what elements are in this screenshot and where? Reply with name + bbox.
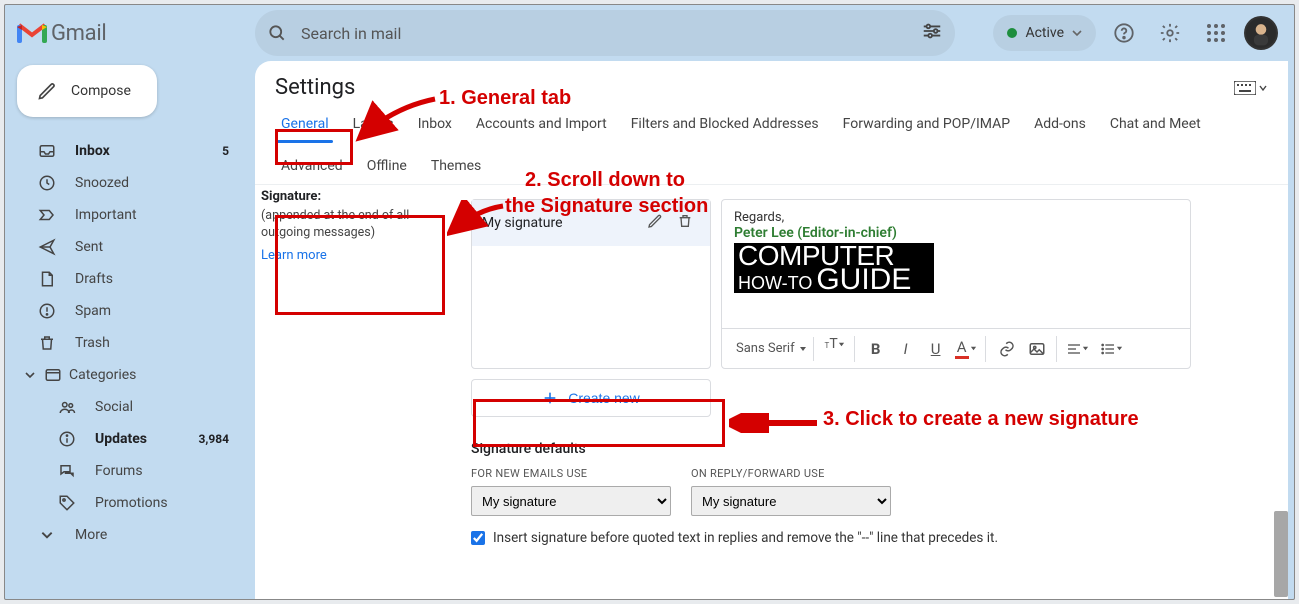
status-dot-icon — [1007, 28, 1017, 38]
tab-add-ons[interactable]: Add-ons — [1022, 106, 1098, 142]
logo-group[interactable]: Gmail — [17, 21, 255, 46]
chevron-down-icon — [23, 369, 37, 381]
align-button[interactable] — [1065, 336, 1091, 362]
editor-toolbar: Sans Serif TT B I U A — [722, 328, 1190, 368]
chevron-down-icon — [1072, 28, 1082, 38]
underline-button[interactable]: U — [923, 336, 949, 362]
inbox-icon — [37, 142, 57, 160]
edit-icon[interactable] — [640, 213, 670, 233]
plus-icon — [542, 390, 558, 406]
insert-before-quoted-checkbox[interactable]: Insert signature before quoted text in r… — [471, 530, 1268, 546]
help-icon[interactable] — [1106, 15, 1142, 51]
signature-description: (appended at the end of all outgoing mes… — [261, 208, 413, 242]
sidebar-item-snoozed[interactable]: Snoozed — [17, 167, 245, 199]
forums-icon — [57, 462, 77, 480]
tab-accounts-and-import[interactable]: Accounts and Import — [464, 106, 619, 142]
gear-icon[interactable] — [1152, 15, 1188, 51]
apps-grid-icon[interactable] — [1198, 15, 1234, 51]
editor-logo-image: COMPUTER HOW-TOGUIDE — [734, 243, 934, 293]
tab-filters-and-blocked-addresses[interactable]: Filters and Blocked Addresses — [619, 106, 831, 142]
send-icon — [37, 238, 57, 256]
sidebar-item-forums[interactable]: Forums — [17, 455, 245, 487]
tab-forwarding-and-pop-imap[interactable]: Forwarding and POP/IMAP — [831, 106, 1022, 142]
font-family-select[interactable]: Sans Serif — [730, 337, 814, 361]
status-label: Active — [1025, 25, 1064, 41]
compose-button[interactable]: Compose — [17, 65, 157, 117]
signature-name: My signature — [482, 215, 640, 231]
categories-icon — [43, 366, 63, 384]
checkbox-input[interactable] — [471, 531, 485, 545]
editor-line-byline: Peter Lee (Editor-in-chief) — [734, 225, 1178, 241]
main-panel: Settings GeneralLabelsInboxAccounts and … — [255, 61, 1288, 599]
sidebar-item-more[interactable]: More — [17, 519, 245, 551]
sidebar-item-social[interactable]: Social — [17, 391, 245, 423]
signature-item-selected[interactable]: My signature — [472, 200, 710, 246]
new-emails-caption: FOR NEW EMAILS USE — [471, 467, 671, 480]
signature-editor[interactable]: Regards, Peter Lee (Editor-in-chief) COM… — [721, 199, 1191, 369]
page-title: Settings — [275, 75, 355, 100]
signature-defaults: Signature defaults FOR NEW EMAILS USE My… — [471, 441, 1268, 546]
sidebar: Compose Inbox5SnoozedImportantSentDrafts… — [5, 61, 255, 599]
app-name: Gmail — [51, 21, 106, 46]
reply-forward-caption: ON REPLY/FORWARD USE — [691, 467, 891, 480]
scrollbar-thumb[interactable] — [1274, 511, 1288, 597]
signature-section-header: Signature: (appended at the end of all o… — [255, 185, 419, 273]
trash-icon[interactable] — [670, 213, 700, 233]
tag-icon — [57, 494, 77, 512]
clock-icon — [37, 174, 57, 192]
editor-body[interactable]: Regards, Peter Lee (Editor-in-chief) COM… — [722, 200, 1190, 328]
sidebar-item-updates[interactable]: Updates3,984 — [17, 423, 245, 455]
tab-chat-and-meet[interactable]: Chat and Meet — [1098, 106, 1213, 142]
sidebar-item-sent[interactable]: Sent — [17, 231, 245, 263]
important-icon — [37, 206, 57, 224]
file-icon — [37, 270, 57, 288]
tab-themes[interactable]: Themes — [419, 148, 493, 184]
search-filter-icon[interactable] — [921, 20, 943, 46]
signature-list: My signature — [471, 199, 711, 369]
spam-icon — [37, 302, 57, 320]
new-emails-select[interactable]: My signature — [471, 486, 671, 516]
search-bar[interactable]: Search in mail — [255, 10, 955, 56]
signature-heading: Signature: — [261, 189, 413, 204]
avatar[interactable] — [1244, 16, 1278, 50]
sidebar-item-promotions[interactable]: Promotions — [17, 487, 245, 519]
sidebar-item-categories[interactable]: Categories — [17, 359, 245, 391]
create-new-signature-button[interactable]: Create new — [471, 379, 711, 417]
font-size-button[interactable]: TT — [822, 336, 848, 362]
image-button[interactable] — [1024, 336, 1050, 362]
tab-general[interactable]: General — [269, 106, 341, 142]
info-icon — [57, 430, 77, 448]
text-color-button[interactable]: A — [953, 336, 979, 362]
search-icon — [267, 23, 287, 43]
sidebar-item-important[interactable]: Important — [17, 199, 245, 231]
sidebar-item-trash[interactable]: Trash — [17, 327, 245, 359]
italic-button[interactable]: I — [893, 336, 919, 362]
compose-label: Compose — [71, 83, 131, 99]
people-icon — [57, 398, 77, 416]
status-pill[interactable]: Active — [993, 15, 1096, 51]
gmail-icon — [17, 21, 47, 45]
bold-button[interactable]: B — [863, 336, 889, 362]
app-header: Gmail Search in mail Active — [5, 5, 1294, 61]
search-placeholder: Search in mail — [301, 24, 921, 43]
sidebar-item-drafts[interactable]: Drafts — [17, 263, 245, 295]
pencil-icon — [37, 81, 57, 101]
tab-labels[interactable]: Labels — [341, 106, 406, 142]
tab-inbox[interactable]: Inbox — [406, 106, 464, 142]
settings-tabs: GeneralLabelsInboxAccounts and ImportFil… — [255, 106, 1288, 185]
link-button[interactable] — [994, 336, 1020, 362]
list-button[interactable] — [1099, 336, 1125, 362]
settings-content: Signature: (appended at the end of all o… — [255, 185, 1288, 599]
trash-icon — [37, 334, 57, 352]
tab-offline[interactable]: Offline — [355, 148, 419, 184]
editor-line-regards: Regards, — [734, 210, 1178, 225]
sidebar-item-inbox[interactable]: Inbox5 — [17, 135, 245, 167]
chevron-down-icon — [37, 528, 57, 542]
learn-more-link[interactable]: Learn more — [261, 248, 327, 263]
reply-forward-select[interactable]: My signature — [691, 486, 891, 516]
input-tools-button[interactable] — [1234, 81, 1268, 95]
tab-advanced[interactable]: Advanced — [269, 148, 355, 184]
defaults-title: Signature defaults — [471, 441, 1268, 457]
sidebar-item-spam[interactable]: Spam — [17, 295, 245, 327]
